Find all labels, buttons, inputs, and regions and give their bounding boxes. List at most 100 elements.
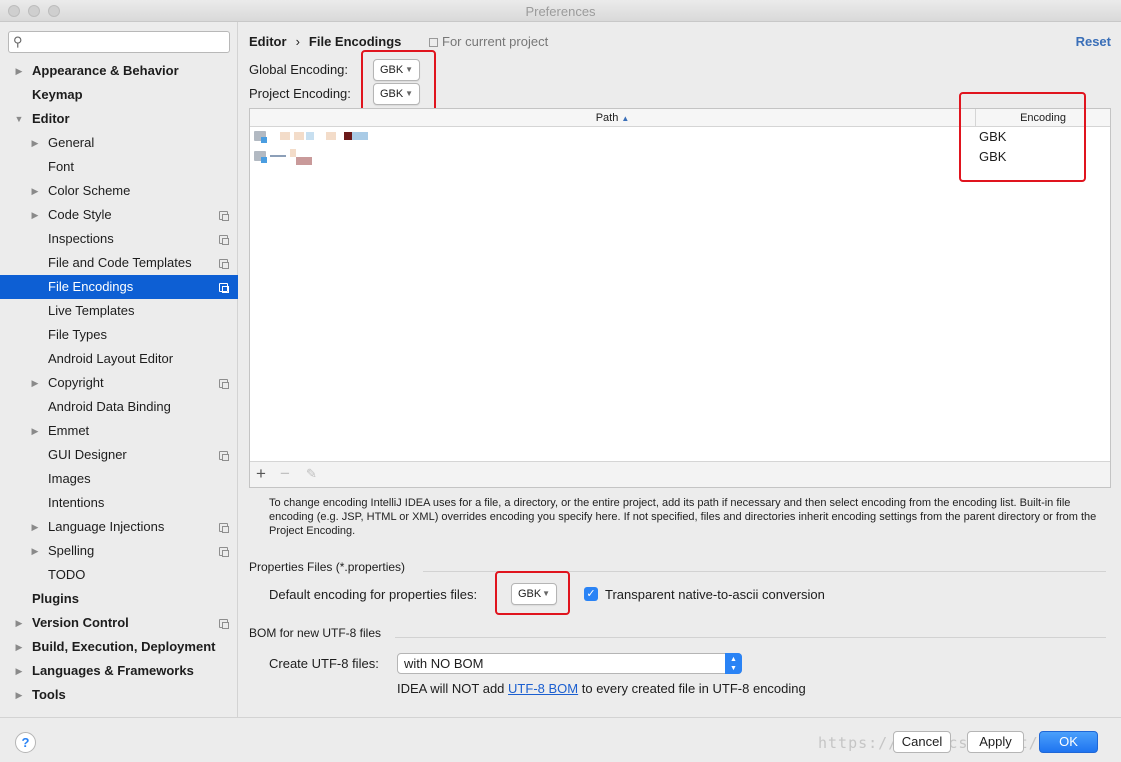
sidebar-item-file-encodings[interactable]: File Encodings <box>0 275 238 299</box>
properties-encoding-combo[interactable]: GBK ▼ <box>511 583 557 605</box>
sidebar-item-label: Code Style <box>48 207 112 222</box>
settings-search-input[interactable] <box>31 34 221 50</box>
project-scope-icon <box>219 211 229 221</box>
sidebar-item-spelling[interactable]: ▶ Spelling <box>0 539 238 563</box>
module-badge-icon <box>261 157 267 163</box>
sidebar-item-label: Android Data Binding <box>48 399 171 414</box>
add-path-button[interactable]: + <box>256 464 266 484</box>
collapsed-arrow-icon[interactable]: ▶ <box>14 683 24 707</box>
project-scope-icon <box>219 523 229 533</box>
collapsed-arrow-icon[interactable]: ▶ <box>30 179 40 203</box>
bom-note-prefix: IDEA will NOT add <box>397 681 505 696</box>
sidebar-item-appearance-behavior[interactable]: ▶ Appearance & Behavior <box>0 59 238 83</box>
sidebar-item-plugins[interactable]: Plugins <box>0 587 238 611</box>
sidebar-item-build-execution-deployment[interactable]: ▶ Build, Execution, Deployment <box>0 635 238 659</box>
table-row[interactable]: GBK <box>250 147 1110 167</box>
scope-indicator: For current project <box>429 34 548 49</box>
apply-button[interactable]: Apply <box>967 731 1024 753</box>
sidebar-item-emmet[interactable]: ▶ Emmet <box>0 419 238 443</box>
cancel-button[interactable]: Cancel <box>893 731 951 753</box>
sidebar-item-code-style[interactable]: ▶ Code Style <box>0 203 238 227</box>
sidebar-item-label: Live Templates <box>48 303 135 318</box>
global-encoding-combo[interactable]: GBK ▼ <box>373 59 420 81</box>
sidebar-item-intentions[interactable]: Intentions <box>0 491 238 515</box>
remove-path-button[interactable]: − <box>280 464 290 484</box>
redacted-path <box>294 132 304 140</box>
sidebar-item-label: File Encodings <box>48 279 134 294</box>
updown-chevron-icon: ▲ ▼ <box>725 653 742 674</box>
collapsed-arrow-icon[interactable]: ▶ <box>30 131 40 155</box>
sidebar-item-label: Color Scheme <box>48 183 131 198</box>
help-button[interactable]: ? <box>15 732 36 753</box>
collapsed-arrow-icon[interactable]: ▶ <box>14 611 24 635</box>
project-scope-icon <box>219 283 229 293</box>
sidebar-item-editor[interactable]: ▼ Editor <box>0 107 238 131</box>
properties-encoding-label: Default encoding for properties files: <box>269 587 478 602</box>
reset-link[interactable]: Reset <box>1076 34 1111 49</box>
sidebar-item-gui-designer[interactable]: GUI Designer <box>0 443 238 467</box>
project-encoding-combo[interactable]: GBK ▼ <box>373 83 420 105</box>
transparent-conversion-checkbox[interactable]: ✓ <box>584 587 598 601</box>
sidebar-item-label: Version Control <box>32 615 129 630</box>
sidebar-item-version-control[interactable]: ▶ Version Control <box>0 611 238 635</box>
breadcrumb-current: File Encodings <box>308 34 402 49</box>
sidebar-item-label: Language Injections <box>48 519 165 534</box>
create-utf8-label: Create UTF-8 files: <box>269 656 379 671</box>
collapsed-arrow-icon[interactable]: ▶ <box>14 659 24 683</box>
title-bar: Preferences <box>0 0 1121 22</box>
sidebar-item-tools[interactable]: ▶ Tools <box>0 683 238 707</box>
sidebar-item-label: Inspections <box>48 231 114 246</box>
sidebar-item-label: Editor <box>32 111 70 126</box>
bom-select-value: with NO BOM <box>404 656 484 671</box>
collapsed-arrow-icon[interactable]: ▶ <box>14 635 24 659</box>
column-header-encoding[interactable]: Encoding <box>976 109 1110 127</box>
settings-search-box[interactable]: ⚲ <box>8 31 230 53</box>
collapsed-arrow-icon[interactable]: ▶ <box>30 515 40 539</box>
utf8-bom-link[interactable]: UTF-8 BOM <box>508 681 578 696</box>
sidebar-item-file-and-code-templates[interactable]: File and Code Templates <box>0 251 238 275</box>
sidebar-item-android-data-binding[interactable]: Android Data Binding <box>0 395 238 419</box>
sidebar-item-todo[interactable]: TODO <box>0 563 238 587</box>
transparent-conversion-label[interactable]: Transparent native-to-ascii conversion <box>605 587 825 602</box>
redacted-path <box>306 132 314 140</box>
collapsed-arrow-icon[interactable]: ▶ <box>30 203 40 227</box>
sidebar-item-inspections[interactable]: Inspections <box>0 227 238 251</box>
sidebar-item-file-types[interactable]: File Types <box>0 323 238 347</box>
sidebar-item-general[interactable]: ▶ General <box>0 131 238 155</box>
expanded-arrow-icon[interactable]: ▼ <box>14 107 24 131</box>
column-header-path[interactable]: Path ▲ <box>250 109 976 127</box>
bom-select[interactable]: with NO BOM ▲ ▼ <box>397 653 742 674</box>
sidebar-item-label: Images <box>48 471 91 486</box>
file-encodings-panel: Editor › File Encodings For current projec… <box>239 22 1121 717</box>
sidebar-item-label: Emmet <box>48 423 90 438</box>
sidebar-item-font[interactable]: Font <box>0 155 238 179</box>
project-scope-icon <box>219 619 229 629</box>
breadcrumb-parent[interactable]: Editor <box>249 34 287 49</box>
chevron-down-icon: ▼ <box>405 89 413 98</box>
redacted-path <box>352 132 368 140</box>
scope-label: For current project <box>442 34 549 49</box>
search-icon: ⚲ <box>13 34 23 49</box>
sidebar-item-languages-frameworks[interactable]: ▶ Languages & Frameworks <box>0 659 238 683</box>
path-encoding-table: Path ▲ Encoding GBK GBK + − ✎ <box>249 108 1111 488</box>
sidebar-item-keymap[interactable]: Keymap <box>0 83 238 107</box>
table-row[interactable]: GBK <box>250 127 1110 147</box>
settings-sidebar: ⚲ ▶ Appearance & Behavior Keymap ▼ Editor ▶ Ge… <box>0 22 238 717</box>
redacted-path <box>326 132 336 140</box>
redacted-path <box>270 155 286 157</box>
collapsed-arrow-icon[interactable]: ▶ <box>30 539 40 563</box>
row-encoding-value: GBK <box>979 129 1007 144</box>
sidebar-item-live-templates[interactable]: Live Templates <box>0 299 238 323</box>
sidebar-item-android-layout-editor[interactable]: Android Layout Editor <box>0 347 238 371</box>
sidebar-item-copyright[interactable]: ▶ Copyright <box>0 371 238 395</box>
edit-path-button[interactable]: ✎ <box>306 464 317 484</box>
sidebar-item-language-injections[interactable]: ▶ Language Injections <box>0 515 238 539</box>
sidebar-item-color-scheme[interactable]: ▶ Color Scheme <box>0 179 238 203</box>
sidebar-item-images[interactable]: Images <box>0 467 238 491</box>
ok-button[interactable]: OK <box>1039 731 1098 753</box>
collapsed-arrow-icon[interactable]: ▶ <box>14 59 24 83</box>
sidebar-item-label: Build, Execution, Deployment <box>32 639 216 654</box>
collapsed-arrow-icon[interactable]: ▶ <box>30 371 40 395</box>
sort-ascending-icon: ▲ <box>621 114 630 123</box>
collapsed-arrow-icon[interactable]: ▶ <box>30 419 40 443</box>
